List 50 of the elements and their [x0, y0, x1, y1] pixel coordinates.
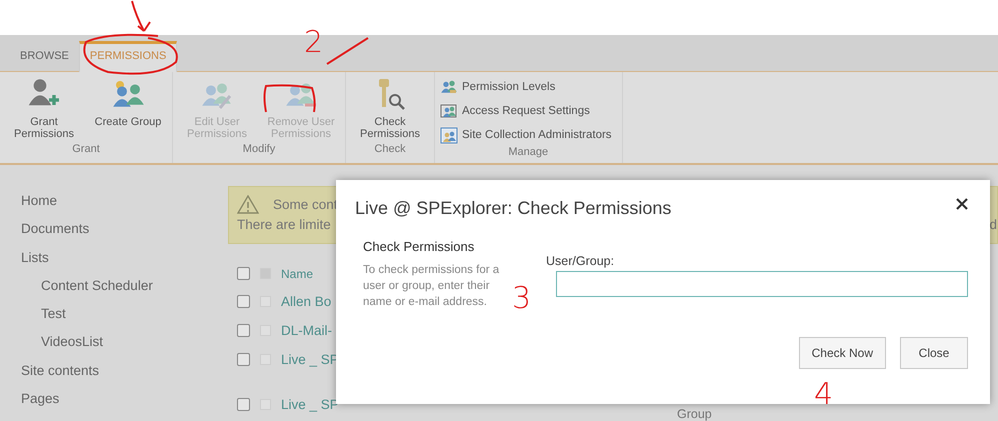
table-cell: Group	[677, 407, 712, 421]
ribbon-button[interactable]: Access Request Settings	[440, 102, 612, 120]
tick-annotation	[326, 37, 369, 65]
ribbon-button[interactable]: Create Group	[86, 78, 170, 141]
nav-link[interactable]: Documents	[21, 221, 228, 250]
nav-link[interactable]: Pages	[21, 391, 228, 420]
bracket-annotation	[264, 84, 316, 112]
warning-icon	[237, 195, 259, 214]
people-icon	[440, 78, 458, 96]
field-label: User/Group:	[546, 254, 616, 268]
section-title: Check Permissions	[363, 239, 476, 254]
dialog-title: Live @ SPExplorer: Check Permissions	[355, 198, 672, 219]
people-window-icon	[440, 126, 458, 144]
ribbon-button[interactable]: Check Permissions	[348, 78, 432, 141]
ribbon-button[interactable]: Grant Permissions	[2, 78, 86, 141]
checkbox[interactable]	[237, 295, 250, 308]
handwritten-number: 3	[512, 284, 532, 314]
dialog-button[interactable]: Close	[900, 337, 968, 369]
ribbon-tab[interactable]: PERMISSIONS	[78, 41, 178, 72]
warning-text: There are limite	[237, 217, 331, 232]
close-icon[interactable]	[956, 198, 968, 210]
dialog-button[interactable]: Check Now	[798, 337, 886, 369]
nav-link[interactable]: Site contents	[21, 362, 228, 392]
description-text: To check permissions for a user or group, enter their name or e-mail address.	[363, 263, 500, 310]
arrow-annotation	[131, 0, 151, 32]
ribbon-button[interactable]: Permission Levels	[440, 78, 612, 96]
checkbox[interactable]	[237, 324, 250, 337]
warning-text: d	[989, 217, 997, 232]
column-header[interactable]: Name	[281, 266, 314, 280]
ribbon-tab[interactable]: BROWSE	[10, 43, 79, 71]
group-label: Grant	[71, 142, 101, 157]
nav-link[interactable]: Home	[21, 193, 228, 222]
group-label: Check	[373, 142, 407, 157]
checkbox[interactable]	[237, 353, 250, 366]
ribbon-button[interactable]: Site Collection Administrators	[440, 126, 612, 144]
nav-link[interactable]: Content Scheduler	[21, 278, 228, 306]
item-link[interactable]: Allen Bo	[281, 294, 332, 309]
checkbox[interactable]	[237, 398, 250, 411]
input-field[interactable]	[556, 271, 968, 297]
group-label: Modify	[242, 142, 276, 157]
nav-link[interactable]: Test	[21, 306, 228, 334]
checkbox[interactable]	[237, 267, 250, 280]
nav-link[interactable]: Lists	[21, 250, 228, 278]
handwritten-number: 4	[814, 380, 834, 410]
nav-link[interactable]: VideosList	[21, 334, 228, 363]
item-link[interactable]: DL-Mail-	[281, 323, 332, 338]
warning-text: Some cont	[273, 197, 338, 212]
handwritten-number: 2	[304, 28, 324, 58]
group-label: Manage	[507, 145, 550, 160]
people-screen-icon	[440, 102, 458, 120]
